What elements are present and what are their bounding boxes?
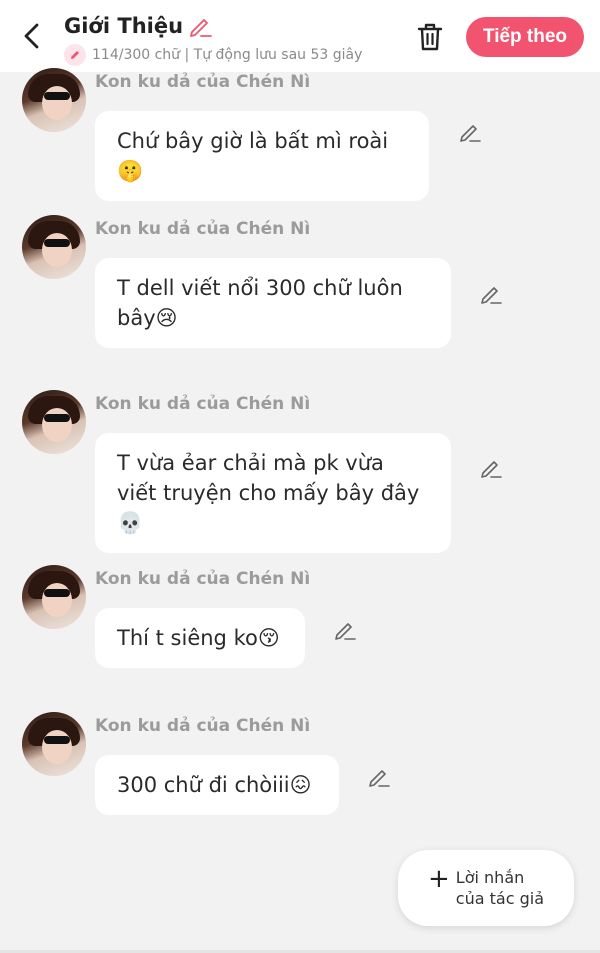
avatar bbox=[22, 215, 86, 279]
author-name: Kon ku dả của Chén Nì bbox=[95, 716, 311, 736]
edit-message-button[interactable] bbox=[366, 764, 392, 790]
edit-message-button[interactable] bbox=[457, 119, 483, 145]
top-bar: Giới Thiệu 114/300 chữ | Tự động lưu sau… bbox=[0, 0, 600, 72]
edit-message-button[interactable] bbox=[478, 281, 504, 307]
pencil-icon bbox=[481, 461, 502, 478]
word-count-status: 114/300 chữ | Tự động lưu sau 53 giây bbox=[92, 47, 363, 63]
pencil-icon bbox=[190, 19, 212, 37]
edit-message-button[interactable] bbox=[478, 455, 504, 481]
avatar bbox=[22, 390, 86, 454]
message-bubble[interactable]: Chứ bây giờ là bất mì roài🤫 bbox=[95, 111, 429, 201]
author-name: Kon ku dả của Chén Nì bbox=[95, 72, 311, 92]
pencil-icon bbox=[335, 623, 356, 640]
message-bubble[interactable]: T dell viết nổi 300 chữ luôn bây😢 bbox=[95, 258, 451, 348]
avatar bbox=[22, 68, 86, 132]
plus-icon: + bbox=[428, 864, 450, 894]
avatar bbox=[22, 712, 86, 776]
back-button[interactable] bbox=[16, 20, 48, 52]
back-arrow-icon bbox=[24, 23, 39, 49]
author-name: Kon ku dả của Chén Nì bbox=[95, 394, 311, 414]
edit-title-button[interactable] bbox=[187, 13, 213, 39]
avatar bbox=[22, 565, 86, 629]
trash-icon bbox=[417, 23, 443, 51]
author-name: Kon ku dả của Chén Nì bbox=[95, 219, 311, 239]
author-note-button[interactable]: + Lời nhắn của tác giả bbox=[398, 850, 574, 926]
message-bubble[interactable]: Thí t siêng ko😚 bbox=[95, 608, 305, 668]
pencil-icon bbox=[369, 770, 390, 787]
page-title: Giới Thiệu bbox=[64, 14, 184, 38]
autosave-status: 114/300 chữ | Tự động lưu sau 53 giây bbox=[64, 44, 394, 66]
edit-message-button[interactable] bbox=[332, 617, 358, 643]
title-area: Giới Thiệu 114/300 chữ | Tự động lưu sau… bbox=[64, 12, 394, 66]
author-name: Kon ku dả của Chén Nì bbox=[95, 569, 311, 589]
message-bubble[interactable]: 300 chữ đi chòiii😖 bbox=[95, 755, 339, 815]
delete-button[interactable] bbox=[413, 20, 447, 54]
author-note-label: Lời nhắn của tác giả bbox=[455, 868, 544, 908]
pencil-icon bbox=[481, 287, 502, 304]
message-bubble[interactable]: T vừa ẻar chải mà pk vừa viết truyện cho… bbox=[95, 433, 451, 553]
pencil-icon bbox=[460, 125, 481, 142]
pencil-icon bbox=[64, 44, 86, 66]
next-button[interactable]: Tiếp theo bbox=[466, 17, 584, 57]
